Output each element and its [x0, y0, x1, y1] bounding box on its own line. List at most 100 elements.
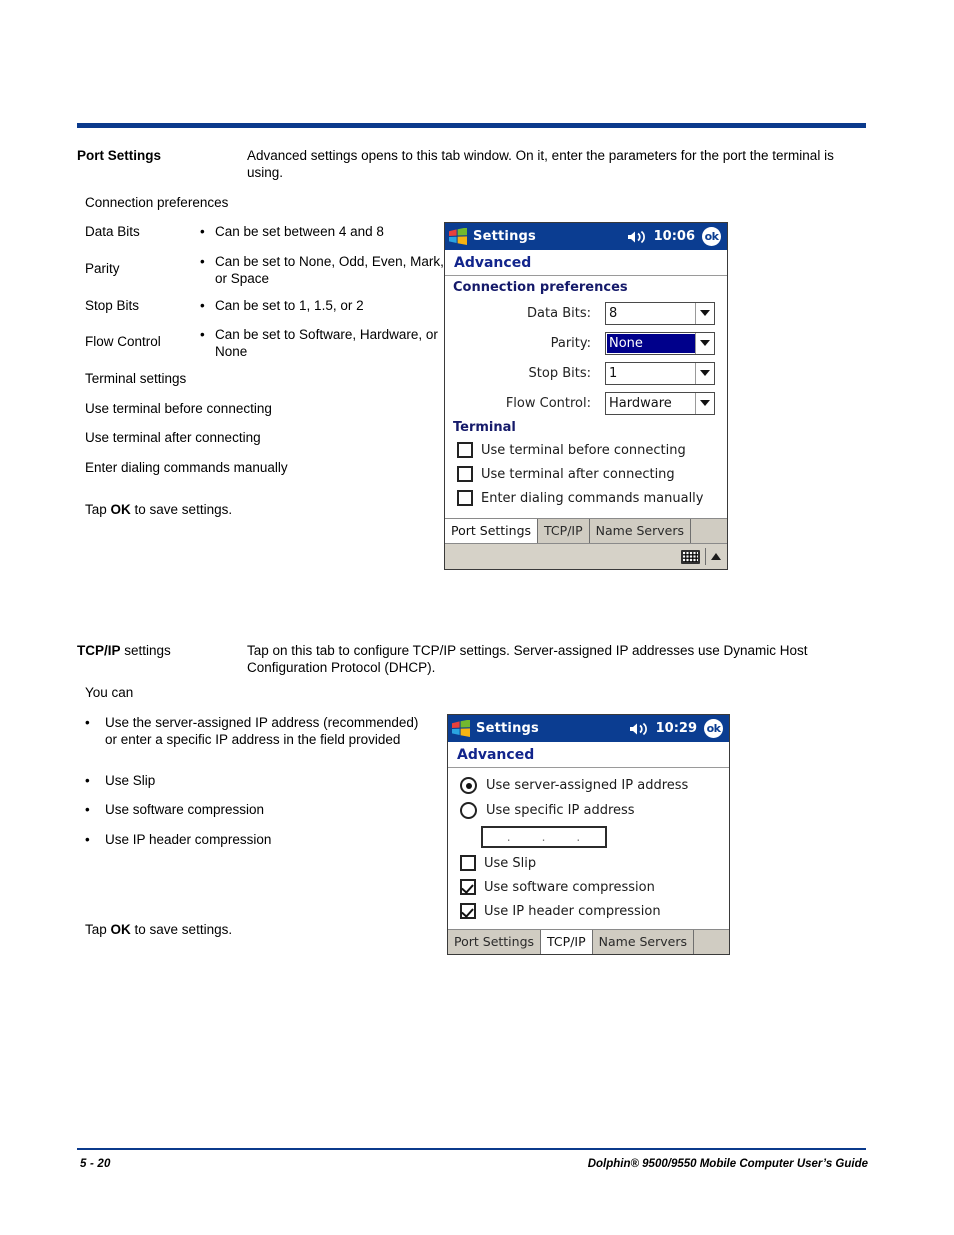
pda-title-text: Settings	[473, 229, 536, 244]
list-item-text: Use Slip	[105, 773, 156, 788]
speaker-icon[interactable]	[629, 722, 649, 736]
chevron-down-icon[interactable]	[695, 302, 714, 324]
tap-ok-bold: OK	[110, 922, 131, 937]
bullet-icon: •	[200, 327, 205, 342]
ok-button[interactable]: ok	[702, 227, 721, 246]
tab-name-servers[interactable]: Name Servers	[592, 930, 694, 954]
terminal-line: Enter dialing commands manually	[85, 460, 288, 475]
radio-icon[interactable]	[460, 777, 477, 794]
field-row-data-bits: Data Bits: 8	[445, 298, 727, 328]
tab-bar: Port Settings TCP/IP Name Servers	[448, 929, 729, 954]
pda-screenshot-port-settings: Settings 10:06 ok Advanced Connection pr…	[444, 222, 728, 570]
checkbox-row-use-terminal-before[interactable]: Use terminal before connecting	[445, 438, 727, 462]
page-number: 5 - 20	[80, 1158, 111, 1170]
tap-ok-suffix: to save settings.	[130, 922, 233, 937]
chevron-down-icon[interactable]	[695, 392, 714, 414]
tcpip-settings-heading: TCP/IP settings	[77, 643, 242, 659]
pda-body: Use server-assigned IP address Use speci…	[448, 768, 729, 923]
parity-dropdown[interactable]: None	[605, 331, 715, 355]
checkbox-label: Use IP header compression	[484, 903, 661, 919]
list-item-text: Use IP header compression	[105, 832, 272, 847]
checkbox-row-use-terminal-after[interactable]: Use terminal after connecting	[445, 462, 727, 486]
checkbox-checked-icon[interactable]	[460, 879, 476, 895]
tap-ok-suffix: to save settings.	[130, 502, 233, 517]
bullet-icon: •	[85, 773, 90, 788]
ip-address-input[interactable]: . . .	[481, 826, 607, 848]
tab-bar-filler	[691, 519, 727, 543]
ip-separator: .	[541, 830, 547, 844]
checkbox-icon[interactable]	[457, 466, 473, 482]
radio-label: Use server-assigned IP address	[486, 778, 689, 793]
bullet-icon: •	[85, 802, 90, 817]
bullet-icon: •	[200, 224, 205, 239]
keyboard-icon[interactable]	[681, 549, 700, 564]
tap-ok-prefix: Tap	[85, 922, 111, 937]
you-can-label: You can	[85, 685, 134, 700]
ok-button[interactable]: ok	[704, 719, 723, 738]
pda-title-bar: Settings 10:29 ok	[448, 715, 729, 742]
top-divider-rule	[77, 123, 866, 128]
speaker-icon[interactable]	[627, 230, 647, 244]
tcpip-heading-bold: TCP/IP	[77, 643, 121, 658]
tap-ok-bold: OK	[110, 502, 131, 517]
tap-ok-note: Tap OK to save settings.	[85, 502, 445, 519]
field-row-stop-bits: Stop Bits: 1	[445, 358, 727, 388]
sip-bar	[445, 543, 727, 569]
definition-desc: Can be set to Software, Hardware, or Non…	[215, 327, 438, 359]
chevron-down-icon[interactable]	[695, 332, 714, 354]
definition-desc: Can be set between 4 and 8	[215, 224, 384, 239]
list-item-text: Use the server-assigned IP address (reco…	[105, 715, 419, 747]
tab-port-settings[interactable]: Port Settings	[448, 930, 542, 954]
pda-title-right-group: 10:29 ok	[629, 715, 723, 742]
tab-port-settings[interactable]: Port Settings	[445, 519, 539, 543]
terminal-line: Use terminal after connecting	[85, 430, 261, 445]
checkbox-icon[interactable]	[457, 442, 473, 458]
radio-icon[interactable]	[460, 802, 477, 819]
checkbox-row-ip-header-compression[interactable]: Use IP header compression	[448, 899, 729, 923]
guide-title: Dolphin® 9500/9550 Mobile Computer User’…	[587, 1158, 868, 1170]
tab-name-servers[interactable]: Name Servers	[589, 519, 691, 543]
checkbox-checked-icon[interactable]	[460, 903, 476, 919]
parity-label: Parity:	[550, 335, 591, 351]
connection-preferences-heading: Connection preferences	[453, 280, 628, 295]
stop-bits-label: Stop Bits:	[528, 365, 591, 381]
chevron-down-icon[interactable]	[695, 362, 714, 384]
data-bits-label: Data Bits:	[527, 305, 591, 321]
windows-logo-icon	[448, 715, 474, 742]
checkbox-row-enter-dialing[interactable]: Enter dialing commands manually	[445, 486, 727, 510]
terminal-settings-label: Terminal settings	[85, 371, 187, 386]
tab-tcp-ip[interactable]: TCP/IP	[541, 930, 593, 954]
definition-term: Stop Bits	[85, 298, 140, 313]
definition-term: Flow Control	[85, 334, 161, 349]
tcpip-heading-rest: settings	[120, 643, 171, 658]
connection-preferences-label: Connection preferences	[85, 195, 229, 210]
stop-bits-dropdown[interactable]: 1	[605, 361, 715, 385]
data-bits-dropdown[interactable]: 8	[605, 301, 715, 325]
radio-row-specific-ip[interactable]: Use specific IP address	[448, 798, 729, 823]
checkbox-icon[interactable]	[457, 490, 473, 506]
pda-title-right-group: 10:06 ok	[627, 223, 721, 250]
manual-page: Port Settings Advanced settings opens to…	[0, 0, 954, 1235]
definition-desc: Can be set to None, Odd, Even, Mark, or …	[215, 254, 444, 286]
definition-term: Data Bits	[85, 224, 140, 239]
radio-row-server-assigned-ip[interactable]: Use server-assigned IP address	[448, 773, 729, 798]
pda-subtitle: Advanced	[445, 250, 727, 276]
checkbox-label: Use Slip	[484, 855, 537, 871]
checkbox-label: Use software compression	[484, 879, 655, 895]
checkbox-row-use-slip[interactable]: Use Slip	[448, 851, 729, 875]
field-row-flow-control: Flow Control: Hardware	[445, 388, 727, 418]
radio-label: Use specific IP address	[486, 803, 635, 818]
checkbox-icon[interactable]	[460, 855, 476, 871]
chevron-up-icon[interactable]	[711, 553, 721, 560]
bullet-icon: •	[85, 832, 90, 847]
pda-title-bar: Settings 10:06 ok	[445, 223, 727, 250]
checkbox-row-software-compression[interactable]: Use software compression	[448, 875, 729, 899]
bullet-icon: •	[85, 715, 90, 730]
flow-control-dropdown[interactable]: Hardware	[605, 391, 715, 415]
ip-separator: .	[576, 830, 582, 844]
definition-desc: Can be set to 1, 1.5, or 2	[215, 298, 364, 313]
tab-bar-filler	[694, 930, 729, 954]
tab-tcp-ip[interactable]: TCP/IP	[538, 519, 590, 543]
port-settings-heading: Port Settings	[77, 148, 162, 163]
list-item-text: Use software compression	[105, 802, 265, 817]
